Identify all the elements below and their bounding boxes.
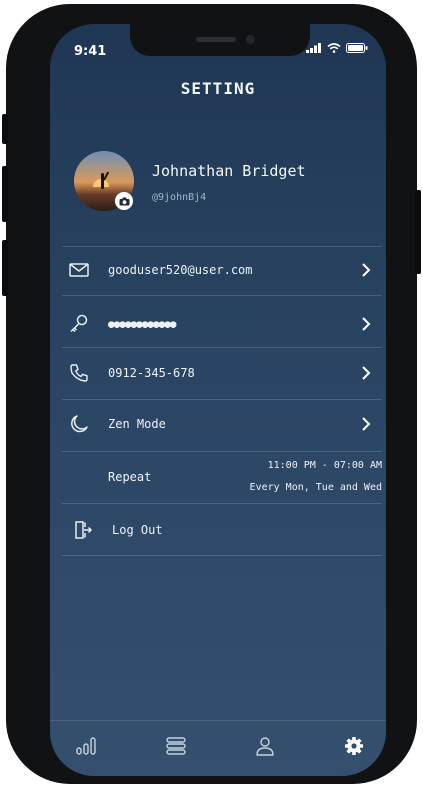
page-title: SETTING (180, 79, 256, 98)
divider (62, 399, 382, 400)
gear-icon (345, 737, 363, 755)
tab-profile[interactable] (251, 732, 279, 760)
avatar-person (101, 173, 104, 189)
avatar-arm (103, 171, 110, 181)
app-screen: 9:41 SETTING Johnathan Bridget @9johnBj4… (50, 24, 386, 776)
email-value: gooduser520@user.com (108, 263, 253, 277)
chevron-right-icon (362, 366, 371, 380)
chevron-right-icon (362, 263, 371, 277)
moon-icon (71, 415, 88, 433)
side-button-silent (2, 114, 8, 144)
signal-icon (306, 43, 321, 53)
divider (62, 347, 382, 348)
tab-list[interactable] (162, 732, 190, 760)
front-camera (246, 35, 255, 44)
divider (62, 503, 382, 504)
phone-icon (70, 364, 88, 382)
repeat-time[interactable]: 11:00 PM - 07:00 AM (268, 460, 382, 471)
chevron-right-icon (362, 417, 371, 431)
zen-mode-row[interactable]: Zen Mode (50, 404, 386, 444)
battery-icon (346, 43, 368, 53)
stats-icon (76, 737, 96, 755)
repeat-label[interactable]: Repeat (108, 470, 151, 484)
user-icon (256, 737, 274, 756)
side-button-volume-down (2, 240, 8, 296)
divider (62, 555, 382, 556)
logout-row[interactable]: Log Out (50, 510, 386, 550)
camera-icon (119, 197, 129, 205)
side-button-power (415, 190, 421, 274)
password-value: ●●●●●●●●●●●● (108, 317, 176, 331)
logout-label: Log Out (112, 523, 163, 537)
phone-value: 0912-345-678 (108, 366, 195, 380)
divider (62, 246, 382, 247)
divider (62, 451, 382, 452)
change-photo-button[interactable] (115, 192, 133, 210)
list-icon (166, 737, 186, 755)
speaker (196, 37, 236, 42)
status-time: 9:41 (74, 44, 107, 59)
profile-handle: @9johnBj4 (152, 192, 207, 203)
repeat-days[interactable]: Every Mon, Tue and Wed (250, 482, 382, 493)
tab-bar-border (50, 720, 386, 721)
profile-name: Johnathan Bridget (152, 162, 306, 180)
divider (62, 295, 382, 296)
key-icon (70, 314, 88, 333)
zen-mode-label: Zen Mode (108, 417, 166, 431)
email-row[interactable]: gooduser520@user.com (50, 250, 386, 290)
status-icons (306, 43, 368, 53)
tab-settings[interactable] (340, 732, 368, 760)
side-button-volume-up (2, 166, 8, 222)
password-row[interactable]: ●●●●●●●●●●●● (50, 304, 386, 344)
tab-stats[interactable] (72, 732, 100, 760)
phone-frame: 9:41 SETTING Johnathan Bridget @9johnBj4… (2, 4, 421, 784)
mail-icon (69, 263, 89, 277)
phone-row[interactable]: 0912-345-678 (50, 353, 386, 393)
chevron-right-icon (362, 317, 371, 331)
notch (130, 24, 310, 56)
logout-icon (75, 521, 93, 539)
wifi-icon (327, 43, 341, 53)
